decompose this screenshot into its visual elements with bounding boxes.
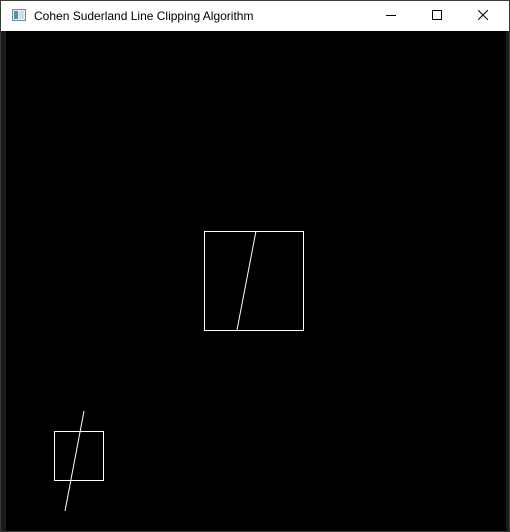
- close-icon: [477, 9, 489, 23]
- drawing-canvas[interactable]: [6, 31, 506, 531]
- canvas-svg: [54, 230, 304, 512]
- app-window-icon: [12, 9, 26, 21]
- app-window: Cohen Suderland Line Clipping Algorithm: [0, 0, 510, 532]
- clip-window-large: [204, 231, 304, 331]
- close-button[interactable]: [460, 1, 506, 31]
- title-bar[interactable]: Cohen Suderland Line Clipping Algorithm: [1, 1, 509, 31]
- window-title: Cohen Suderland Line Clipping Algorithm: [34, 9, 254, 23]
- clipped-line: [236, 230, 257, 331]
- minimize-button[interactable]: [368, 1, 414, 31]
- minimize-icon: [386, 9, 396, 23]
- maximize-icon: [432, 9, 442, 23]
- maximize-button[interactable]: [414, 1, 460, 31]
- original-line: [64, 410, 85, 512]
